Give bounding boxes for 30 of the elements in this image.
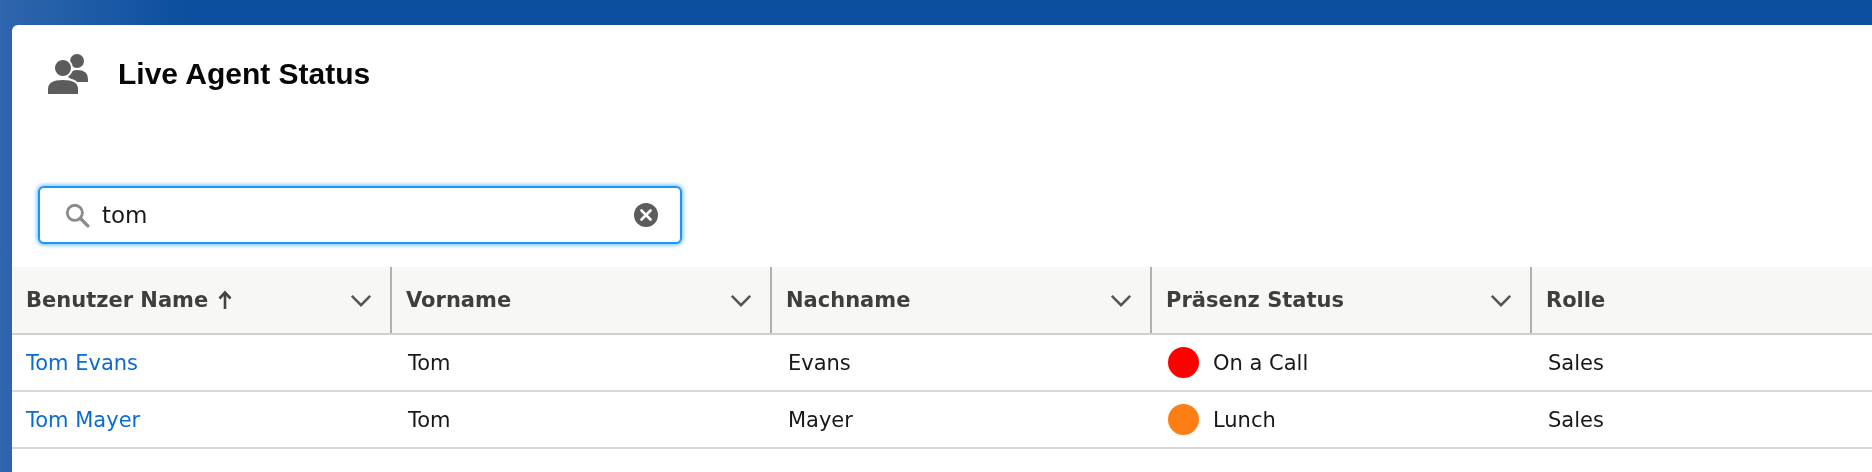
column-label: Nachname bbox=[786, 288, 911, 312]
card-title: Live Agent Status bbox=[118, 57, 371, 91]
column-header[interactable]: Präsenz Status bbox=[1152, 267, 1532, 333]
chevron-down-icon[interactable] bbox=[1490, 293, 1512, 307]
user-name-link[interactable]: Tom Evans bbox=[26, 350, 139, 375]
table-cell: Evans bbox=[787, 350, 851, 375]
table-cell: Tom bbox=[407, 350, 451, 375]
search-input[interactable]: tom bbox=[102, 202, 634, 228]
chevron-down-icon[interactable] bbox=[350, 293, 372, 307]
column-label: Präsenz Status bbox=[1166, 288, 1344, 312]
search-icon bbox=[64, 202, 90, 228]
table-cell: Tom bbox=[407, 407, 451, 432]
clear-icon[interactable] bbox=[634, 203, 658, 227]
column-header[interactable]: Nachname bbox=[772, 267, 1152, 333]
chevron-down-icon[interactable] bbox=[730, 293, 752, 307]
user-name-link[interactable]: Tom Mayer bbox=[26, 407, 141, 432]
column-header[interactable]: Benutzer Name bbox=[12, 267, 392, 333]
table-cell: Sales bbox=[1547, 350, 1604, 375]
search-box[interactable]: tom bbox=[38, 186, 682, 244]
arrow-up-icon bbox=[218, 290, 233, 310]
column-header[interactable]: Vorname bbox=[392, 267, 772, 333]
column-header[interactable]: Rolle bbox=[1532, 267, 1872, 333]
table-cell: Sales bbox=[1547, 407, 1604, 432]
status-label: Lunch bbox=[1212, 407, 1276, 432]
column-label: Benutzer Name bbox=[26, 288, 209, 312]
column-label: Rolle bbox=[1546, 288, 1606, 312]
status-label: On a Call bbox=[1212, 350, 1309, 375]
column-label: Vorname bbox=[406, 288, 512, 312]
table-cell: Mayer bbox=[787, 407, 853, 432]
chevron-down-icon[interactable] bbox=[1110, 293, 1132, 307]
